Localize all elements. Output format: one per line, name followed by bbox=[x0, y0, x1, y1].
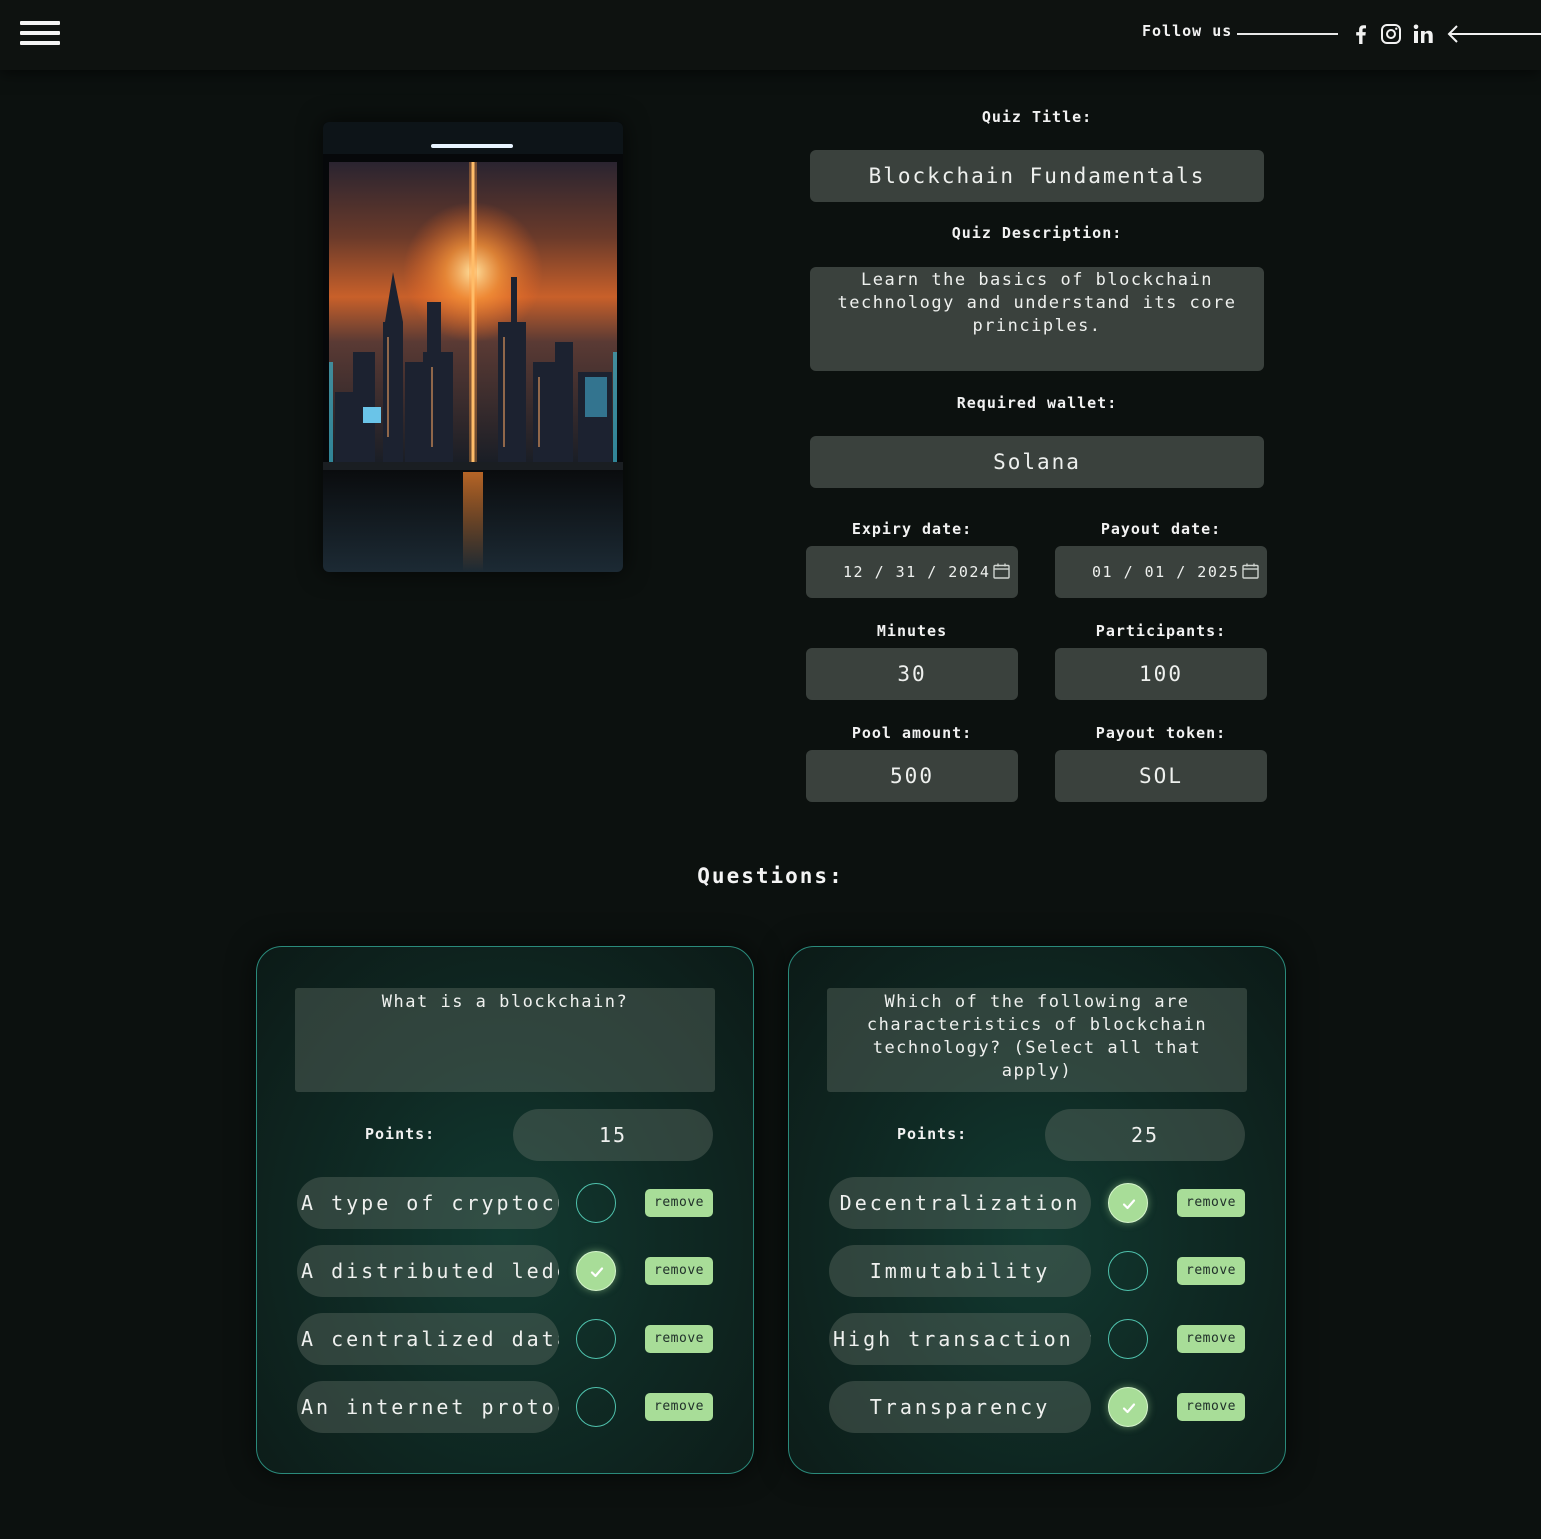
remove-answer-button[interactable]: remove bbox=[645, 1189, 713, 1217]
points-input[interactable]: 15 bbox=[513, 1109, 713, 1161]
questions-heading: Questions: bbox=[697, 864, 844, 888]
answer-input[interactable]: Decentralization bbox=[829, 1177, 1091, 1229]
points-label: Points: bbox=[365, 1125, 436, 1143]
participants-input[interactable]: 100 bbox=[1055, 648, 1267, 700]
correct-answer-checkbox[interactable] bbox=[1108, 1251, 1148, 1291]
correct-answer-checkbox[interactable] bbox=[1108, 1387, 1148, 1427]
correct-answer-checkbox[interactable] bbox=[576, 1183, 616, 1223]
quiz-cover-image[interactable] bbox=[323, 122, 623, 572]
linkedin-icon[interactable] bbox=[1411, 22, 1435, 46]
points-label: Points: bbox=[897, 1125, 968, 1143]
correct-answer-checkbox[interactable] bbox=[1108, 1183, 1148, 1223]
arrow-left-icon bbox=[1446, 24, 1541, 44]
question-card: Which of the following are characteristi… bbox=[788, 946, 1286, 1474]
menu-icon[interactable] bbox=[20, 21, 60, 49]
facebook-icon[interactable] bbox=[1349, 22, 1373, 46]
answer-input[interactable]: A distributed ledger bbox=[297, 1245, 559, 1297]
payout-date-label: Payout date: bbox=[1100, 520, 1222, 538]
correct-answer-checkbox[interactable] bbox=[576, 1319, 616, 1359]
answer-input[interactable]: A type of cryptocurrency bbox=[297, 1177, 559, 1229]
question-text-input[interactable]: What is a blockchain? bbox=[295, 988, 715, 1092]
points-input[interactable]: 25 bbox=[1045, 1109, 1245, 1161]
payout-date-input[interactable]: 01 / 01 / 2025 bbox=[1055, 546, 1267, 598]
pool-amount-label: Pool amount: bbox=[851, 724, 973, 742]
correct-answer-checkbox[interactable] bbox=[576, 1251, 616, 1291]
top-bar: Follow us bbox=[0, 0, 1541, 70]
required-wallet-select[interactable]: Solana bbox=[810, 436, 1264, 488]
follow-divider bbox=[1237, 33, 1338, 35]
correct-answer-checkbox[interactable] bbox=[1108, 1319, 1148, 1359]
quiz-title-input[interactable]: Blockchain Fundamentals bbox=[810, 150, 1264, 202]
payout-date-value: 01 / 01 / 2025 bbox=[1092, 563, 1240, 581]
answer-input[interactable]: Immutability bbox=[829, 1245, 1091, 1297]
remove-answer-button[interactable]: remove bbox=[1177, 1257, 1245, 1285]
required-wallet-label: Required wallet: bbox=[956, 394, 1118, 412]
payout-token-label: Payout token: bbox=[1095, 724, 1227, 742]
minutes-label: Minutes bbox=[876, 622, 948, 640]
remove-answer-button[interactable]: remove bbox=[645, 1393, 713, 1421]
calendar-icon[interactable] bbox=[1242, 563, 1259, 579]
pool-amount-input[interactable]: 500 bbox=[806, 750, 1018, 802]
remove-answer-button[interactable]: remove bbox=[645, 1325, 713, 1353]
remove-answer-button[interactable]: remove bbox=[645, 1257, 713, 1285]
answer-input[interactable]: Transparency bbox=[829, 1381, 1091, 1433]
expiry-date-label: Expiry date: bbox=[851, 520, 973, 538]
expiry-date-value: 12 / 31 / 2024 bbox=[843, 563, 991, 581]
answer-input[interactable]: A centralized database bbox=[297, 1313, 559, 1365]
follow-us-label: Follow us bbox=[1142, 22, 1233, 40]
quiz-description-label: Quiz Description: bbox=[951, 224, 1123, 242]
expiry-date-input[interactable]: 12 / 31 / 2024 bbox=[806, 546, 1018, 598]
remove-answer-button[interactable]: remove bbox=[1177, 1393, 1245, 1421]
correct-answer-checkbox[interactable] bbox=[576, 1387, 616, 1427]
checkmark-icon bbox=[1122, 1199, 1136, 1210]
answer-input[interactable]: An internet protocol bbox=[297, 1381, 559, 1433]
payout-token-input[interactable]: SOL bbox=[1055, 750, 1267, 802]
question-text-input[interactable]: Which of the following are characteristi… bbox=[827, 988, 1247, 1092]
participants-label: Participants: bbox=[1095, 622, 1227, 640]
checkmark-icon bbox=[1122, 1403, 1136, 1414]
instagram-icon[interactable] bbox=[1379, 22, 1403, 46]
checkmark-icon bbox=[590, 1267, 604, 1278]
remove-answer-button[interactable]: remove bbox=[1177, 1325, 1245, 1353]
question-card: What is a blockchain? Points: 15 A type … bbox=[256, 946, 754, 1474]
quiz-title-label: Quiz Title: bbox=[981, 108, 1093, 126]
quiz-description-input[interactable]: Learn the basics of blockchain technolog… bbox=[810, 267, 1264, 371]
calendar-icon[interactable] bbox=[993, 563, 1010, 579]
remove-answer-button[interactable]: remove bbox=[1177, 1189, 1245, 1217]
answer-input[interactable]: High transaction fees bbox=[829, 1313, 1091, 1365]
minutes-input[interactable]: 30 bbox=[806, 648, 1018, 700]
